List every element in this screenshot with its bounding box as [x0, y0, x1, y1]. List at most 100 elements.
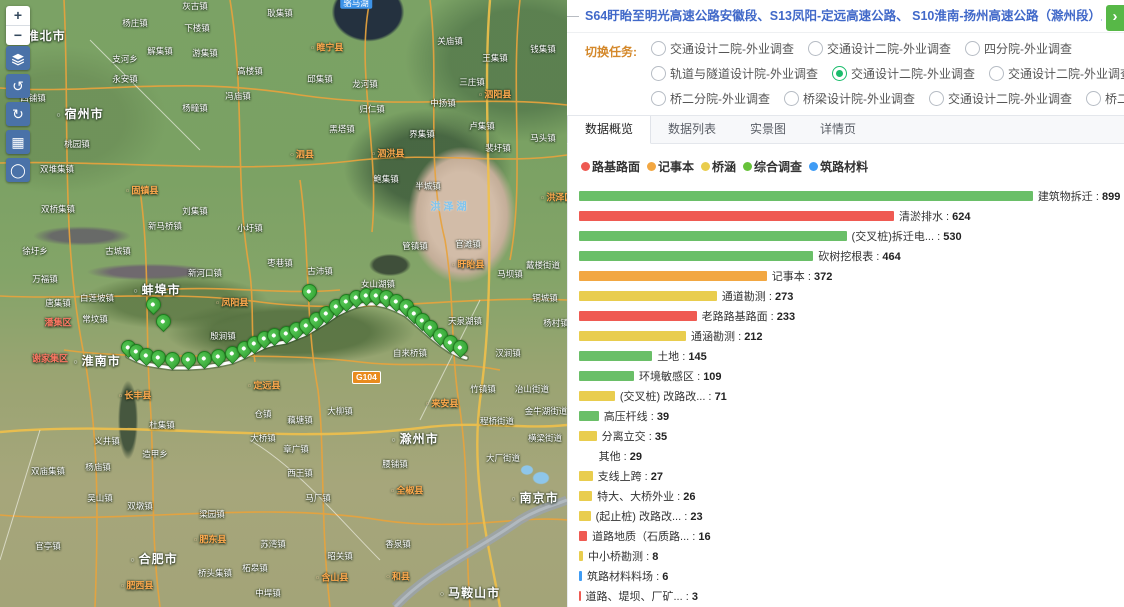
bar-label: 其他 : 29 [599, 448, 642, 464]
map-label-town: 关庙镇 [437, 37, 463, 46]
bar-label: 老路路基路面 : 233 [702, 308, 796, 324]
legend-label: 记事本 [658, 158, 694, 175]
map-label-town: 刘集镇 [182, 207, 208, 216]
layers-button[interactable] [6, 46, 30, 70]
map-label-city: 南京市 [511, 492, 558, 504]
task-radio-option[interactable]: 桥二分院-外业调查 [1086, 90, 1124, 107]
bar [579, 411, 599, 421]
task-radio-option[interactable]: 轨道与隧道设计院-外业调查 [651, 65, 818, 82]
bar [579, 591, 581, 601]
radio-icon[interactable] [989, 66, 1004, 81]
legend-item[interactable]: 路基路面 [581, 158, 640, 175]
map-label-town: 冯庙镇 [225, 92, 251, 101]
map-label-town: 杨庙镇 [85, 463, 111, 472]
bar [579, 271, 767, 281]
header-divider [567, 16, 579, 17]
bar-row: 道路、堤坝、厂矿... : 3 [579, 586, 1124, 606]
map-label-town: 中垾镇 [255, 589, 281, 598]
legend-item[interactable]: 记事本 [647, 158, 694, 175]
task-radio-option[interactable]: 桥梁设计院-外业调查 [784, 90, 915, 107]
task-radio-label: 交通设计二院-外业调查 [670, 40, 794, 57]
task-radio-option[interactable]: 桥二分院-外业调查 [651, 90, 770, 107]
map-label-county: 定远县 [248, 382, 281, 391]
task-row: 桥二分院-外业调查桥梁设计院-外业调查交通设计二院-外业调查桥二分院-外业调查 [651, 90, 1124, 107]
chart-legend: 路基路面 记事本桥涵综合调查筑路材料 [581, 158, 1124, 175]
task-radio-label: 四分院-外业调查 [984, 40, 1072, 57]
rotate-ccw-button[interactable]: ↺ [6, 74, 30, 98]
task-radio-option[interactable]: 交通设计二院-外业调查 [651, 40, 794, 57]
radio-icon[interactable] [929, 91, 944, 106]
task-radio-label: 桥二分院-外业调查 [670, 90, 770, 107]
bar [579, 291, 717, 301]
rotate-cw-button[interactable]: ↻ [6, 102, 30, 126]
radio-icon[interactable] [832, 66, 847, 81]
locate-button[interactable]: ◯ [6, 158, 30, 182]
bar-label: 道路、堤坝、厂矿... : 3 [586, 588, 698, 604]
bar-row: 清淤排水 : 624 [579, 206, 1124, 226]
bar-row: 中小桥勘测 : 8 [579, 546, 1124, 566]
map-label-town: 半城镇 [415, 182, 441, 191]
map-label-town: 官亭镇 [35, 542, 61, 551]
tab-详情页[interactable]: 详情页 [803, 116, 873, 143]
map-label-tag: 骆马湖 [340, 0, 372, 8]
map-label-town: 腰铺镇 [382, 460, 408, 469]
radio-icon[interactable] [651, 41, 666, 56]
radio-icon[interactable] [1086, 91, 1101, 106]
grid-view-button[interactable]: ▦ [6, 130, 30, 154]
tab-数据概览[interactable]: 数据概览 [567, 116, 651, 144]
bar-label: 分离立交 : 35 [602, 428, 667, 444]
map-label-city: 滁州市 [391, 433, 438, 445]
task-radio-option[interactable]: 交通设计二院-外业调查 [989, 65, 1124, 82]
tab-实景图[interactable]: 实景图 [733, 116, 803, 143]
map-label-town: 黑塔镇 [329, 125, 355, 134]
map-label-city: 蚌埠市 [133, 284, 180, 296]
radio-icon[interactable] [808, 41, 823, 56]
task-radio-option[interactable]: 四分院-外业调查 [965, 40, 1072, 57]
bar-row: (交叉桩)拆迁电... : 530 [579, 226, 1124, 246]
map-label-town: 高楼镇 [237, 67, 263, 76]
road-number-badge: G104 [352, 371, 381, 384]
bar-chart: 建筑物拆迁 : 899清淤排水 : 624(交叉桩)拆迁电... : 530砍树… [579, 186, 1124, 606]
map-label-county: 盱眙县 [452, 261, 485, 270]
bar-label: 道路地质（石质路... : 16 [592, 528, 711, 544]
zoom-out-button[interactable]: − [6, 26, 30, 45]
radio-icon[interactable] [651, 66, 666, 81]
bar [579, 311, 697, 321]
map-label-town: 中扬镇 [430, 99, 456, 108]
legend-item[interactable]: 筑路材料 [809, 158, 868, 175]
bar-label: (交叉桩)拆迁电... : 530 [852, 228, 962, 244]
next-button[interactable]: › [1106, 5, 1124, 31]
bar-row: 建筑物拆迁 : 899 [579, 186, 1124, 206]
radio-icon[interactable] [784, 91, 799, 106]
rotate-ccw-icon: ↺ [12, 78, 24, 94]
zoom-in-button[interactable]: + [6, 6, 30, 26]
task-radio-label: 交通设计二院-外业调查 [1008, 65, 1124, 82]
tab-数据列表[interactable]: 数据列表 [651, 116, 733, 143]
task-radio-option[interactable]: 交通设计二院-外业调查 [929, 90, 1072, 107]
task-radio-label: 桥二分院-外业调查 [1105, 90, 1124, 107]
bar-label: (交叉桩) 改路改... : 71 [620, 388, 727, 404]
legend-item[interactable]: 综合调查 [743, 158, 802, 175]
map-label-town: 永安镇 [112, 75, 138, 84]
radio-icon[interactable] [651, 91, 666, 106]
data-panel: S64盱眙至明光高速公路安徽段、S13凤阳-定远高速公路、 S10淮南-扬州高速… [567, 0, 1124, 607]
map-label-town: 大厂街道 [486, 454, 520, 463]
map-label-county: 固镇县 [126, 187, 159, 196]
task-radio-option[interactable]: 交通设计二院-外业调查 [832, 65, 975, 82]
grid-icon: ▦ [11, 134, 24, 150]
map-label-town: 界集镇 [409, 130, 435, 139]
map-label-county: 睢宁县 [311, 44, 344, 53]
map-label-town: 常坟镇 [82, 315, 108, 324]
rotate-cw-icon: ↻ [12, 106, 24, 122]
task-radio-option[interactable]: 交通设计二院-外业调查 [808, 40, 951, 57]
radio-icon[interactable] [965, 41, 980, 56]
bar-label: 筑路材料料场 : 6 [587, 568, 668, 584]
map-label-city: 马鞍山市 [440, 587, 500, 599]
map-label-town: 管镇镇 [402, 242, 428, 251]
bar [579, 211, 894, 221]
zoom-control[interactable]: + − [6, 6, 30, 45]
satellite-map[interactable]: 淮北市宿州市蚌埠市淮南市合肥市滁州市南京市马鞍山市睢宁县泗阳县泗洪县泗县固镇县凤… [0, 0, 567, 607]
bar-row: 高压杆线 : 39 [579, 406, 1124, 426]
map-label-town: 大柳镇 [327, 407, 353, 416]
legend-item[interactable]: 桥涵 [701, 158, 736, 175]
